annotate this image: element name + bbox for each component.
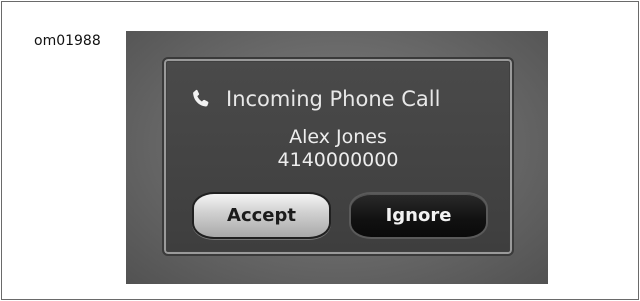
ignore-button[interactable]: Ignore — [349, 192, 488, 239]
dialog-title: Incoming Phone Call — [226, 87, 441, 111]
figure-id-label: om01988 — [34, 33, 101, 49]
incoming-call-dialog: Incoming Phone Call Alex Jones 414000000… — [162, 57, 514, 256]
display-screen: Incoming Phone Call Alex Jones 414000000… — [126, 31, 548, 284]
dialog-header: Incoming Phone Call — [190, 87, 440, 111]
phone-handset-icon — [193, 89, 209, 107]
accept-button[interactable]: Accept — [192, 192, 331, 239]
caller-number: 4140000000 — [277, 149, 399, 171]
figure-frame: om01988 Incoming Phone Call Alex Jones 4… — [1, 1, 639, 300]
caller-name: Alex Jones — [289, 126, 387, 148]
